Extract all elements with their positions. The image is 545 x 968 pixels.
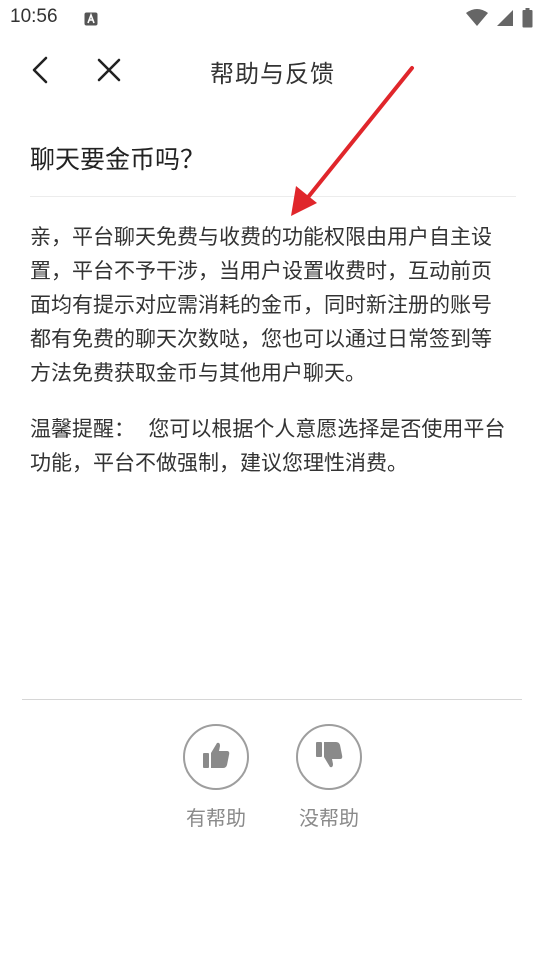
- wifi-icon: [466, 9, 488, 31]
- reminder-line: 温馨提醒： 您可以根据个人意愿选择是否使用平台: [30, 417, 506, 441]
- unhelpful-label: 没帮助: [299, 806, 359, 830]
- answer-line: 都有免费的聊天次数哒，您也可以通过日常签到等: [30, 327, 492, 351]
- nav-bar: 帮助与反馈: [0, 40, 545, 100]
- divider: [22, 699, 522, 700]
- unhelpful-feedback: 没帮助: [289, 724, 369, 831]
- question-title: 聊天要金币吗？: [30, 145, 206, 174]
- helpful-label: 有帮助: [186, 806, 246, 830]
- answer-line: 亲，平台聊天免费与收费的功能权限由用户自主设: [30, 225, 492, 249]
- status-bar: 10:56: [0, 0, 545, 36]
- thumbs-down-icon: [313, 739, 345, 775]
- reminder-line: 功能，平台不做强制，建议您理性消费。: [30, 451, 408, 475]
- app-notification-icon: [84, 11, 98, 30]
- unhelpful-button[interactable]: [296, 724, 362, 790]
- signal-icon: [496, 9, 514, 31]
- answer-line: 置，平台不予干涉，当用户设置收费时，互动前页: [30, 259, 492, 283]
- answer-body: 亲，平台聊天免费与收费的功能权限由用户自主设 置，平台不予干涉，当用户设置收费时…: [30, 220, 518, 390]
- answer-line: 面均有提示对应需消耗的金币，同时新注册的账号: [30, 293, 492, 317]
- helpful-button[interactable]: [183, 724, 249, 790]
- page-title: 帮助与反馈: [210, 60, 335, 88]
- reminder-text: 温馨提醒： 您可以根据个人意愿选择是否使用平台 功能，平台不做强制，建议您理性消…: [30, 412, 518, 480]
- status-time: 10:56: [10, 6, 58, 27]
- divider: [30, 196, 516, 197]
- battery-icon: [522, 8, 533, 32]
- thumbs-up-icon: [200, 739, 232, 775]
- helpful-feedback: 有帮助: [176, 724, 256, 831]
- answer-line: 方法免费获取金币与其他用户聊天。: [30, 361, 366, 385]
